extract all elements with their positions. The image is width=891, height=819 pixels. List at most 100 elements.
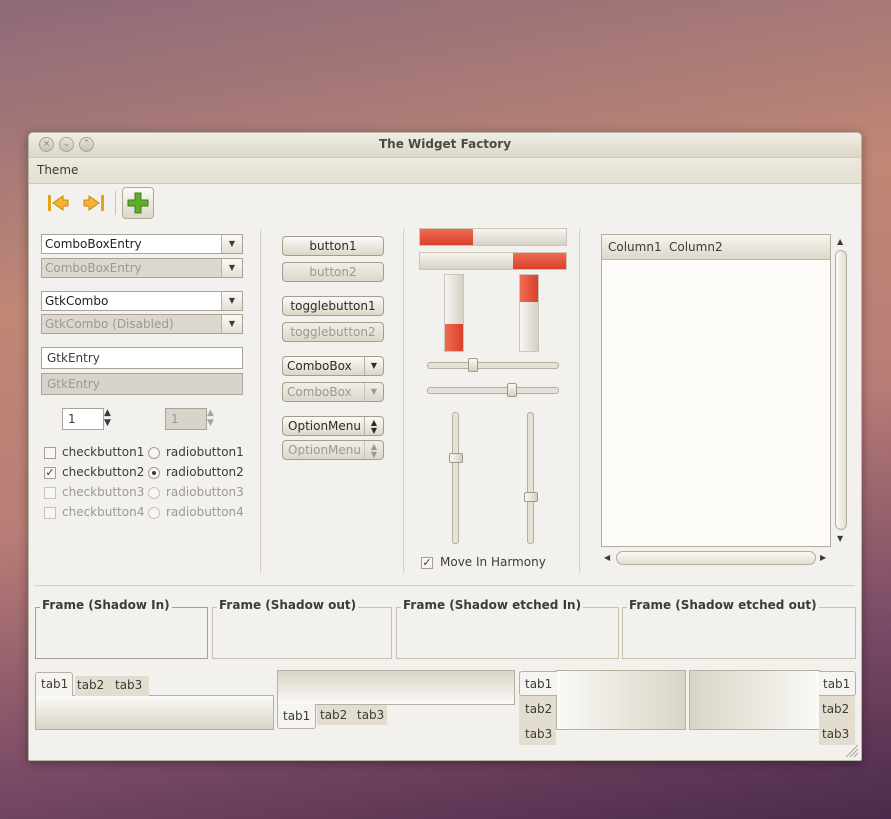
vprogress-2-fill xyxy=(520,275,538,302)
frame-shadow-etched-in: Frame (Shadow etched In) xyxy=(396,598,619,659)
notebook-bottom-tab2[interactable]: tab2 xyxy=(320,708,347,722)
radiobutton4-label: radiobutton4 xyxy=(166,505,244,519)
gtkentry-value: GtkEntry xyxy=(47,351,100,365)
notebook-left-tab3[interactable]: tab3 xyxy=(525,727,552,741)
notebook-top-panel xyxy=(35,695,274,730)
section-separator xyxy=(35,585,855,587)
hscale-1-slider[interactable] xyxy=(468,358,478,372)
horizontal-scrollbar[interactable] xyxy=(616,551,816,565)
notebook-right-tab3[interactable]: tab3 xyxy=(822,727,849,741)
gtkcombo-disabled-text: GtkCombo (Disabled) xyxy=(45,317,174,331)
comboboxentry-disabled: ComboBoxEntry ▼ xyxy=(41,258,243,278)
hscale-2-trough[interactable] xyxy=(427,387,559,394)
comboboxentry[interactable]: ComboBoxEntry ▼ xyxy=(41,234,243,254)
chevron-down-icon: ▼ xyxy=(364,383,383,401)
vscale-2-trough[interactable] xyxy=(527,412,534,544)
tree-view[interactable]: Column1 Column2 xyxy=(601,234,831,547)
frame-shadow-in-label: Frame (Shadow In) xyxy=(40,598,172,612)
notebook-top-tab3[interactable]: tab3 xyxy=(115,678,142,692)
frame-shadow-etched-out-label: Frame (Shadow etched out) xyxy=(627,598,819,612)
notebook-bottom-panel xyxy=(277,670,515,705)
chevron-down-icon: ▼ xyxy=(221,259,242,277)
radiobutton1-label[interactable]: radiobutton1 xyxy=(166,445,244,459)
title-bar: × ⌄ ⌃ The Widget Factory xyxy=(29,133,861,158)
back-button[interactable] xyxy=(43,188,73,218)
radiobutton2-label[interactable]: radiobutton2 xyxy=(166,465,244,479)
hscale-1-trough[interactable] xyxy=(427,362,559,369)
spin-button-disabled: 1 xyxy=(165,408,207,430)
column-separator xyxy=(403,229,405,573)
column1-header[interactable]: Column1 xyxy=(608,240,662,254)
radio-dot-icon xyxy=(152,471,156,475)
chevron-down-icon: ▼ xyxy=(364,357,383,375)
forward-button[interactable] xyxy=(79,188,109,218)
notebook-top-tab1[interactable]: tab1 xyxy=(35,672,73,696)
combobox-disabled: ComboBox ▼ xyxy=(282,382,384,402)
notebook-bottom-tab1[interactable]: tab1 xyxy=(277,704,316,729)
updown-icon: ▲ ▼ xyxy=(364,417,383,435)
resize-grip-icon[interactable] xyxy=(843,742,859,758)
harmony-label[interactable]: Move In Harmony xyxy=(440,555,546,569)
checkbutton3-label: checkbutton3 xyxy=(62,485,145,499)
hscale-2-slider[interactable] xyxy=(507,383,517,397)
gtkentry-disabled-field: GtkEntry xyxy=(41,373,243,395)
check-icon: ✓ xyxy=(422,556,432,569)
chevron-down-icon: ▼ xyxy=(221,315,242,333)
combobox[interactable]: ComboBox ▼ xyxy=(282,356,384,376)
optionmenu[interactable]: OptionMenu ▲ ▼ xyxy=(282,416,384,436)
scroll-up-icon[interactable]: ▲ xyxy=(837,237,843,246)
spin-disabled-value: 1 xyxy=(171,412,179,426)
frame-shadow-etched-out: Frame (Shadow etched out) xyxy=(622,598,856,659)
radiobutton1-circle[interactable] xyxy=(148,447,160,459)
notebook-left-panel xyxy=(556,670,686,730)
vscale-1-trough[interactable] xyxy=(452,412,459,544)
notebook-left-tab1[interactable]: tab1 xyxy=(519,671,557,696)
spin-button[interactable]: 1 xyxy=(62,408,104,430)
gtkentry-disabled-value: GtkEntry xyxy=(47,377,100,391)
spin-down-icon[interactable]: ▼ xyxy=(104,418,111,428)
radiobutton2-circle[interactable] xyxy=(148,467,160,479)
gtkcombo-disabled: GtkCombo (Disabled) ▼ xyxy=(41,314,243,334)
scroll-left-icon[interactable]: ◀ xyxy=(604,553,610,562)
updown-icon: ▲ ▼ xyxy=(364,441,383,459)
gtkentry-field[interactable]: GtkEntry xyxy=(41,347,243,369)
vertical-scrollbar[interactable] xyxy=(835,250,847,530)
checkbutton4-label: checkbutton4 xyxy=(62,505,145,519)
frame-shadow-out: Frame (Shadow out) xyxy=(212,598,392,659)
toolbar-separator xyxy=(115,191,116,215)
notebook-right-tab1[interactable]: tab1 xyxy=(819,671,856,696)
checkbutton2-box[interactable]: ✓ xyxy=(44,467,56,479)
notebook-bottom-tab3[interactable]: tab3 xyxy=(357,708,384,722)
checkbutton1-box[interactable] xyxy=(44,447,56,459)
optionmenu-disabled-text: OptionMenu xyxy=(288,443,361,457)
notebook-left-tab2[interactable]: tab2 xyxy=(525,702,552,716)
togglebutton1[interactable]: togglebutton1 xyxy=(282,296,384,316)
radiobutton3-circle xyxy=(148,487,160,499)
chevron-down-icon[interactable]: ▼ xyxy=(221,292,242,310)
plus-icon xyxy=(127,192,149,214)
notebook-right-tab2[interactable]: tab2 xyxy=(822,702,849,716)
notebook-right-panel xyxy=(689,670,820,730)
chevron-down-icon[interactable]: ▼ xyxy=(221,235,242,253)
harmony-checkbox[interactable]: ✓ xyxy=(421,557,433,569)
radiobutton3-label: radiobutton3 xyxy=(166,485,244,499)
add-button[interactable] xyxy=(122,187,154,219)
gtkcombo[interactable]: GtkCombo ▼ xyxy=(41,291,243,311)
checkbutton1-label[interactable]: checkbutton1 xyxy=(62,445,144,459)
scroll-right-icon[interactable]: ▶ xyxy=(820,553,826,562)
checkbutton3-box xyxy=(44,487,56,499)
scroll-down-icon[interactable]: ▼ xyxy=(837,534,843,543)
vprogress-2 xyxy=(519,274,539,352)
togglebutton2: togglebutton2 xyxy=(282,322,384,342)
checkbutton2-label[interactable]: checkbutton2 xyxy=(62,465,144,479)
notebook-top-tab2[interactable]: tab2 xyxy=(77,678,104,692)
vprogress-1-fill xyxy=(445,324,463,351)
vscale-1-slider[interactable] xyxy=(449,453,463,463)
vscale-2-slider[interactable] xyxy=(524,492,538,502)
column2-header[interactable]: Column2 xyxy=(669,240,723,254)
button1[interactable]: button1 xyxy=(282,236,384,256)
checkbutton4-box xyxy=(44,507,56,519)
menu-theme[interactable]: Theme xyxy=(37,163,78,177)
spin-arrows[interactable]: ▲ ▼ xyxy=(104,408,111,428)
spin-up-icon[interactable]: ▲ xyxy=(104,408,111,418)
